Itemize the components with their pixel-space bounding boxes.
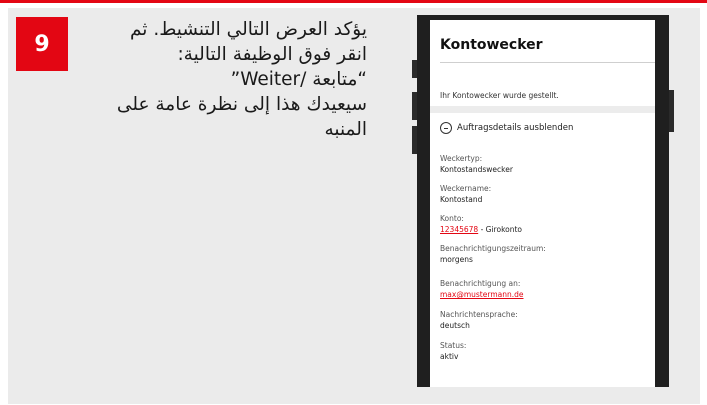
field-value: 12345678 - Girokonto — [440, 224, 522, 235]
email-link[interactable]: max@mustermann.de — [440, 290, 523, 299]
account-number-link[interactable]: 12345678 — [440, 225, 478, 234]
details-toggle[interactable]: Auftragsdetails ausblenden — [440, 122, 573, 134]
field-value: Kontostandswecker — [440, 165, 513, 174]
field-value: deutsch — [440, 321, 470, 330]
step-number-badge: 9 — [16, 17, 68, 71]
field-status: Status: aktiv — [440, 340, 466, 362]
field-value: aktiv — [440, 352, 459, 361]
field-nachrichtensprache: Nachrichtensprache: deutsch — [440, 309, 518, 331]
field-benachrichtigungszeitraum: Benachrichtigungszeitraum: morgens — [440, 243, 546, 265]
instruction-text: يؤكد العرض التالي التنشيط. ثم انقر فوق ا… — [72, 17, 367, 142]
instruction-line: يؤكد العرض التالي التنشيط. ثم — [129, 19, 367, 40]
field-konto: Konto: 12345678 - Girokonto — [440, 213, 522, 235]
accent-top-line — [0, 0, 707, 3]
title-divider — [440, 62, 655, 63]
field-label: Benachrichtigung an: — [440, 279, 521, 288]
field-weckername: Weckername: Kontostand — [440, 183, 491, 205]
instruction-line: “متابعة /Weiter” — [230, 69, 367, 90]
field-label: Weckertyp: — [440, 154, 483, 163]
phone-screen: Kontowecker Ihr Kontowecker wurde gestel… — [430, 20, 655, 387]
field-benachrichtigung-an: Benachrichtigung an: max@mustermann.de — [440, 278, 523, 300]
field-label: Nachrichtensprache: — [440, 310, 518, 319]
instruction-line: المنبه — [324, 119, 367, 140]
phone-power-button — [669, 90, 674, 132]
phone-volume-down-button — [412, 126, 417, 154]
field-label: Konto: — [440, 214, 464, 223]
field-value: Kontostand — [440, 195, 483, 204]
instruction-line: سيعيدك هذا إلى نظرة عامة على — [116, 94, 367, 115]
field-label: Benachrichtigungszeitraum: — [440, 244, 546, 253]
phone-side-button — [412, 60, 417, 78]
field-value: max@mustermann.de — [440, 289, 523, 300]
confirmation-message: Ihr Kontowecker wurde gestellt. — [440, 91, 559, 100]
instruction-line: انقر فوق الوظيفة التالية: — [177, 44, 367, 65]
section-separator — [430, 106, 655, 113]
account-type: - Girokonto — [478, 225, 523, 234]
field-label: Weckername: — [440, 184, 492, 193]
field-weckertyp: Weckertyp: Kontostandswecker — [440, 153, 513, 175]
minus-circle-icon — [440, 122, 452, 134]
field-label: Status: — [440, 341, 467, 350]
details-toggle-label: Auftragsdetails ausblenden — [457, 123, 574, 133]
field-value: morgens — [440, 255, 473, 264]
app-page-title: Kontowecker — [440, 37, 543, 53]
phone-volume-up-button — [412, 92, 417, 120]
